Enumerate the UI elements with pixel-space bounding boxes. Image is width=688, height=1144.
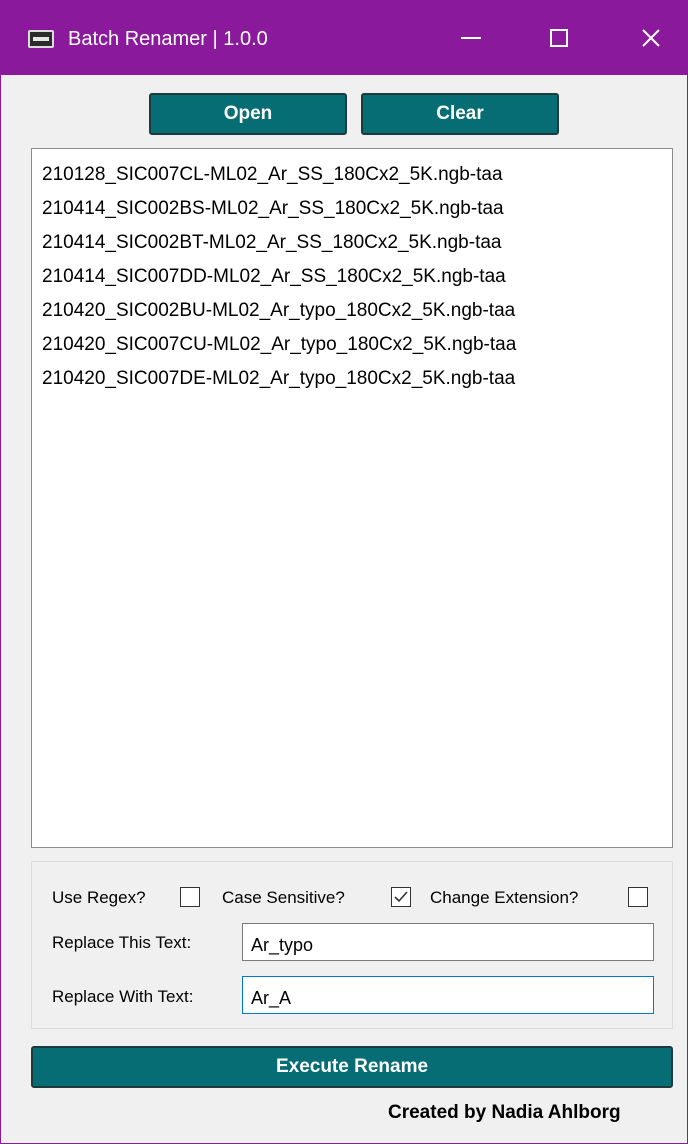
case-sensitive-checkbox[interactable] bbox=[391, 887, 411, 907]
maximize-button[interactable] bbox=[513, 0, 605, 75]
use-regex-checkbox[interactable] bbox=[180, 887, 200, 907]
credit-text: Created by Nadia Ahlborg bbox=[388, 1102, 621, 1123]
window-title: Batch Renamer | 1.0.0 bbox=[68, 28, 268, 50]
list-item[interactable]: 210420_SIC007DE-ML02_Ar_typo_180Cx2_5K.n… bbox=[42, 362, 672, 396]
case-sensitive-label: Case Sensitive? bbox=[222, 888, 345, 907]
list-item[interactable]: 210414_SIC002BS-ML02_Ar_SS_180Cx2_5K.ngb… bbox=[42, 192, 672, 226]
list-item[interactable]: 210420_SIC002BU-ML02_Ar_typo_180Cx2_5K.n… bbox=[42, 294, 672, 328]
clear-button[interactable]: Clear bbox=[361, 93, 559, 135]
list-item[interactable]: 210414_SIC007DD-ML02_Ar_SS_180Cx2_5K.ngb… bbox=[42, 260, 672, 294]
replace-with-input[interactable] bbox=[242, 976, 654, 1014]
use-regex-label: Use Regex? bbox=[52, 888, 146, 907]
list-item[interactable]: 210414_SIC002BT-ML02_Ar_SS_180Cx2_5K.ngb… bbox=[42, 226, 672, 260]
change-extension-checkbox[interactable] bbox=[628, 887, 648, 907]
maximize-icon bbox=[550, 28, 568, 47]
app-window: Batch Renamer | 1.0.0 Open Clear 210128_… bbox=[0, 0, 688, 1144]
list-item[interactable]: 210128_SIC007CL-ML02_Ar_SS_180Cx2_5K.ngb… bbox=[42, 158, 672, 192]
replace-this-input[interactable] bbox=[242, 923, 654, 961]
minimize-icon bbox=[461, 36, 481, 39]
close-icon bbox=[642, 28, 660, 47]
app-icon bbox=[28, 30, 54, 48]
close-button[interactable] bbox=[605, 0, 688, 75]
execute-rename-button[interactable]: Execute Rename bbox=[31, 1046, 673, 1088]
replace-with-label: Replace With Text: bbox=[52, 987, 194, 1006]
file-list[interactable]: 210128_SIC007CL-ML02_Ar_SS_180Cx2_5K.ngb… bbox=[31, 148, 673, 848]
checkmark-icon bbox=[394, 891, 408, 903]
replace-this-label: Replace This Text: bbox=[52, 933, 192, 952]
minimize-button[interactable] bbox=[425, 0, 517, 75]
open-button[interactable]: Open bbox=[149, 93, 347, 135]
change-extension-label: Change Extension? bbox=[430, 888, 579, 907]
title-bar[interactable]: Batch Renamer | 1.0.0 bbox=[1, 0, 688, 75]
list-item[interactable]: 210420_SIC007CU-ML02_Ar_typo_180Cx2_5K.n… bbox=[42, 328, 672, 362]
options-panel: Use Regex? Case Sensitive? Change Extens… bbox=[31, 861, 673, 1029]
